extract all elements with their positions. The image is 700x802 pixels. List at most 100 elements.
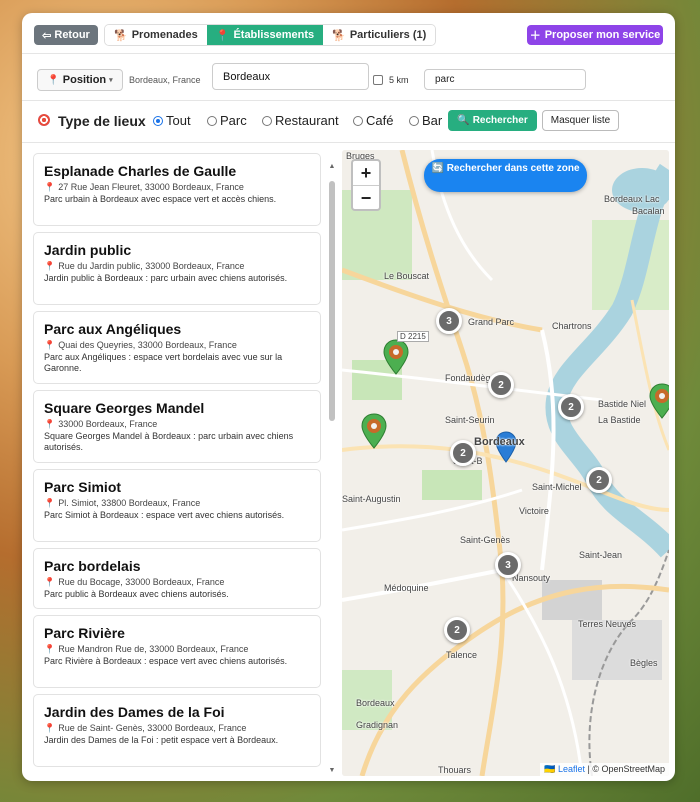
radius-label: 5 km xyxy=(389,75,409,85)
map-label: Saint-Seurin xyxy=(445,415,495,425)
type-title: Type de lieux xyxy=(58,113,146,129)
divider xyxy=(22,142,675,143)
tab-particuliers[interactable]: 🐕 Particuliers (1) xyxy=(323,25,436,45)
map-label: La Bastide xyxy=(598,415,641,425)
top-navigation: ⇦ Retour 🐕 Promenades 📍 Établissements 🐕… xyxy=(34,24,663,46)
scroll-thumb[interactable] xyxy=(329,181,335,421)
search-button[interactable]: 🔍 Rechercher xyxy=(448,110,537,131)
radio-button[interactable] xyxy=(353,115,363,126)
list-item[interactable]: Square Georges Mandel 📍 33000 Bordeaux, F… xyxy=(33,390,321,463)
item-description: Jardin des Dames de la Foi : petit espac… xyxy=(44,735,279,745)
map-label: Le Bouscat xyxy=(384,271,430,281)
radio-button[interactable] xyxy=(207,115,217,126)
radio-button[interactable] xyxy=(153,115,163,126)
map-label: Grand Parc xyxy=(468,317,515,327)
leaflet-link[interactable]: Leaflet xyxy=(558,764,585,774)
map-label: Nansouty xyxy=(512,573,551,583)
map-cluster-marker[interactable]: 2 xyxy=(586,467,612,493)
map-label: Bordeaux Lac xyxy=(604,194,660,204)
item-address-text: Rue du Bocage, 33000 Bordeaux, France xyxy=(58,577,225,587)
item-address: 📍 Pl. Simiot, 33800 Bordeaux, France xyxy=(44,498,310,509)
map-label: Médoquine xyxy=(384,583,429,593)
zoom-in-button[interactable]: + xyxy=(353,161,379,185)
propose-service-button[interactable]: ＋ Proposer mon service xyxy=(527,25,663,45)
list-item[interactable]: Parc bordelais 📍 Rue du Bocage, 33000 Bor… xyxy=(33,548,321,609)
list-scrollbar[interactable]: ▲ ▼ xyxy=(328,163,336,775)
tab-promenades-label: Promenades xyxy=(131,29,198,41)
plus-icon: ＋ xyxy=(529,30,541,42)
divider xyxy=(22,100,675,101)
radius-checkbox[interactable] xyxy=(373,75,383,85)
pin-icon: 📍 xyxy=(44,498,56,508)
item-address: 📍 27 Rue Jean Fleuret, 33000 Bordeaux, Fr… xyxy=(44,182,310,193)
radio-label: Parc xyxy=(220,113,247,128)
dog-icon: 🐕 xyxy=(332,29,346,42)
back-button-label: Retour xyxy=(54,29,90,41)
scroll-up-icon[interactable]: ▲ xyxy=(328,163,336,171)
back-button[interactable]: ⇦ Retour xyxy=(34,25,98,45)
item-description: Jardin public à Bordeaux : parc urbain a… xyxy=(44,273,288,283)
map-attribution: 🇺🇦 Leaflet | © OpenStreetMap xyxy=(540,763,669,776)
chevron-down-icon: ▾ xyxy=(109,77,113,84)
results-list: Esplanade Charles de Gaulle 📍 27 Rue Jean… xyxy=(32,153,322,778)
position-label: Position xyxy=(62,74,107,86)
item-address-text: Rue du Jardin public, 33000 Bordeaux, Fr… xyxy=(58,261,245,271)
radio-label: Café xyxy=(366,113,394,128)
item-title: Jardin public xyxy=(44,242,132,258)
item-description: Parc public à Bordeaux avec chiens autor… xyxy=(44,589,229,599)
radio-restaurant[interactable]: Restaurant xyxy=(262,113,339,128)
map-cluster-marker[interactable]: 2 xyxy=(558,394,584,420)
divider xyxy=(22,53,675,54)
radio-bar[interactable]: Bar xyxy=(409,113,442,128)
item-address: 📍 33000 Bordeaux, France xyxy=(44,419,310,430)
item-address: 📍 Quai des Queyries, 33000 Bordeaux, Fran… xyxy=(44,340,310,351)
keyword-input[interactable]: parc xyxy=(424,69,586,90)
map-cluster-marker[interactable]: 3 xyxy=(495,552,521,578)
radio-label: Tout xyxy=(166,113,191,128)
radio-cafe[interactable]: Café xyxy=(353,113,393,128)
list-item[interactable]: Esplanade Charles de Gaulle 📍 27 Rue Jean… xyxy=(33,153,321,226)
map-cluster-marker[interactable]: 3 xyxy=(436,308,462,334)
tab-etablissements[interactable]: 📍 Établissements xyxy=(206,25,324,45)
item-title: Jardin des Dames de la Foi xyxy=(44,704,225,720)
hide-list-button[interactable]: Masquer liste xyxy=(542,110,619,131)
scroll-down-icon[interactable]: ▼ xyxy=(328,767,336,775)
map-label: Saint-Michel xyxy=(532,482,582,492)
map[interactable]: Bruges Bordeaux Lac Bacalan Le Bouscat G… xyxy=(342,150,669,776)
item-address-text: Quai des Queyries, 33000 Bordeaux, Franc… xyxy=(58,340,237,350)
map-label: Bastide Niel xyxy=(598,399,647,409)
target-icon xyxy=(38,114,50,126)
item-title: Parc Rivière xyxy=(44,625,125,641)
pin-icon: 📍 xyxy=(44,723,56,733)
flag-icon: 🇺🇦 xyxy=(544,764,556,774)
map-label: Bordeaux xyxy=(356,698,395,708)
map-cluster-marker[interactable]: 2 xyxy=(488,372,514,398)
map-label: Bègles xyxy=(630,658,658,668)
pin-icon: 📍 xyxy=(47,74,60,86)
main-card: ⇦ Retour 🐕 Promenades 📍 Établissements 🐕… xyxy=(22,13,675,781)
item-title: Square Georges Mandel xyxy=(44,400,205,416)
radio-tout[interactable]: Tout xyxy=(153,113,191,128)
item-description: Square Georges Mandel à Bordeaux : parc … xyxy=(44,431,294,452)
arrow-left-icon: ⇦ xyxy=(42,29,52,42)
list-item[interactable]: Parc aux Angéliques 📍 Quai des Queyries, … xyxy=(33,311,321,384)
map-label: Terres Neuves xyxy=(578,619,637,629)
propose-service-label: Proposer mon service xyxy=(544,29,661,41)
search-icon: 🔍 xyxy=(457,115,470,126)
list-item[interactable]: Jardin public 📍 Rue du Jardin public, 330… xyxy=(33,232,321,305)
map-cluster-marker[interactable]: 2 xyxy=(444,617,470,643)
zoom-out-button[interactable]: − xyxy=(353,185,379,209)
radio-button[interactable] xyxy=(409,115,419,126)
city-input[interactable]: Bordeaux xyxy=(212,63,369,90)
list-item[interactable]: Parc Rivière 📍 Rue Mandron Rue de, 33000 … xyxy=(33,615,321,688)
item-address-text: Pl. Simiot, 33800 Bordeaux, France xyxy=(58,498,201,508)
tab-promenades[interactable]: 🐕 Promenades xyxy=(105,25,207,45)
list-item[interactable]: Jardin des Dames de la Foi 📍 Rue de Saint… xyxy=(33,694,321,767)
search-this-area-button[interactable]: 🔄 Rechercher dans cette zone xyxy=(424,159,587,192)
radio-button[interactable] xyxy=(262,115,272,126)
item-address: 📍 Rue du Jardin public, 33000 Bordeaux, F… xyxy=(44,261,310,272)
list-item[interactable]: Parc Simiot 📍 Pl. Simiot, 33800 Bordeaux,… xyxy=(33,469,321,542)
position-button[interactable]: 📍 Position ▾ xyxy=(37,69,123,91)
radio-parc[interactable]: Parc xyxy=(207,113,247,128)
map-cluster-marker[interactable]: 2 xyxy=(450,440,476,466)
